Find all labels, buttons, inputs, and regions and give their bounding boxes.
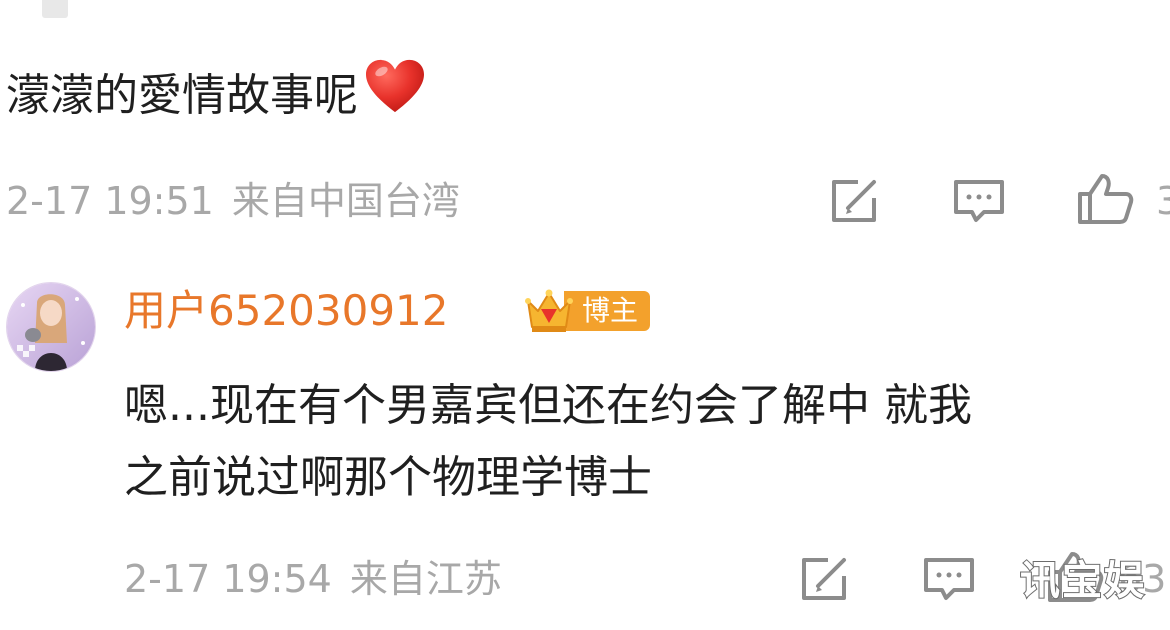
blogger-badge: 博主 [524,287,651,335]
comment-source: 来自中国台湾 [231,179,460,223]
share-icon[interactable] [798,554,852,604]
comment-body: 濛濛的愛情故事呢 [6,70,358,121]
comment-thread: 濛濛的愛情故事呢 2-17 19:51 来自中国台湾 3 用户652030912… [0,0,1170,630]
reply-time: 2-17 19:54 [124,557,332,601]
reply-username[interactable]: 用户652030912 [124,284,449,338]
avatar-icon[interactable] [6,282,96,372]
comment-time: 2-17 19:51 [6,179,214,223]
red-heart-icon [364,58,426,116]
like-icon[interactable] [1076,172,1134,226]
comment-icon[interactable] [922,554,976,604]
cropped-element [42,0,68,18]
watermark: 讯宝娱 [1019,557,1146,605]
like-count: 3 [1156,179,1170,223]
reply-text: 嗯...现在有个男嘉宾但还在约会了解中 就我 之前说过啊那个物理学博士 [124,370,1170,514]
reply-text-line-1: 嗯...现在有个男嘉宾但还在约会了解中 就我 [124,380,972,431]
reply-meta: 2-17 19:54 来自江苏 [124,556,502,602]
share-icon[interactable] [828,176,882,226]
comment-icon[interactable] [952,176,1006,226]
reply-text-line-2: 之前说过啊那个物理学博士 [124,452,652,503]
badge-label: 博主 [564,291,651,331]
comment-text: 濛濛的愛情故事呢 [6,58,426,126]
comment-meta: 2-17 19:51 来自中国台湾 [6,178,460,224]
reply-source: 来自江苏 [349,557,502,601]
crown-icon [524,287,574,335]
